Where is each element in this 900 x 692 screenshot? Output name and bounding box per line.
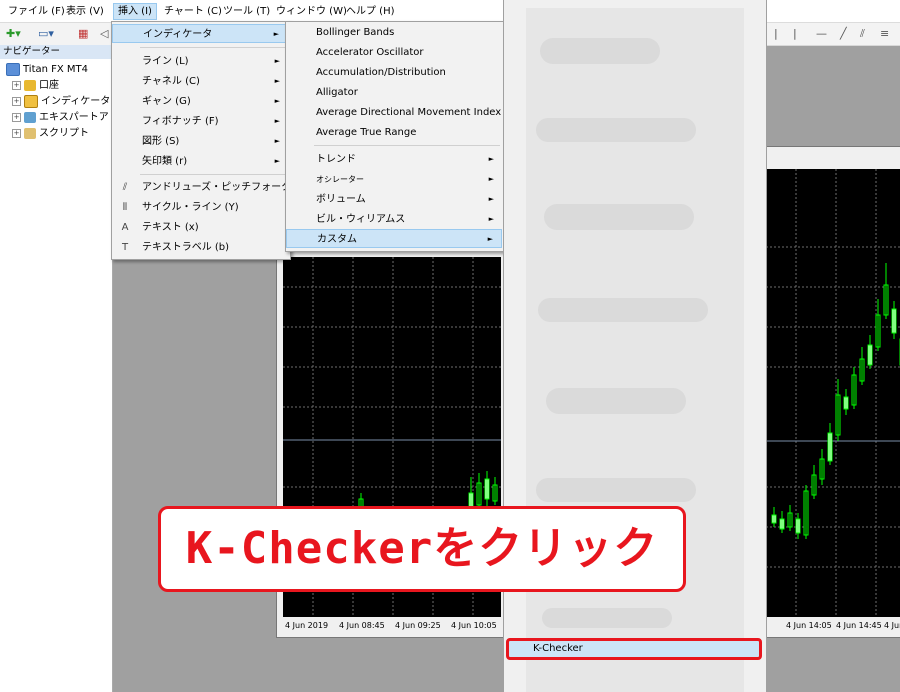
menu-item-text[interactable]: A テキスト (x) bbox=[112, 218, 288, 237]
expand-icon[interactable]: + bbox=[12, 128, 21, 138]
blurred-item bbox=[546, 388, 686, 414]
menu-view[interactable]: 表示 (V) bbox=[62, 4, 108, 19]
insert-menu: インディケータ ► ライン (L) ► チャネル (C) ► ギャン (G) ► フィボ… bbox=[111, 21, 309, 260]
menu-separator bbox=[140, 47, 286, 48]
vertical-line-icon[interactable]: | bbox=[774, 26, 778, 42]
menu-item-indicators[interactable]: インディケータ ► bbox=[112, 24, 288, 43]
chart-window-right: 4 Jun 14:05 4 Jun 14:45 4 Jun 15:25 bbox=[765, 146, 900, 638]
submenu-arrow-icon: ► bbox=[274, 57, 280, 65]
navigator-title: ナビゲーター bbox=[0, 45, 112, 59]
submenu-arrow-icon: ► bbox=[273, 30, 279, 38]
indicator-group-oscillators[interactable]: オシレーター ► bbox=[286, 170, 502, 189]
vertical-line-icon-2[interactable]: | bbox=[793, 26, 797, 42]
blurred-item bbox=[544, 204, 694, 230]
submenu-arrow-icon: ► bbox=[487, 235, 493, 243]
blurred-item bbox=[538, 298, 708, 322]
menu-tools[interactable]: ツール (T) bbox=[219, 4, 274, 19]
submenu-arrow-icon: ► bbox=[488, 155, 494, 163]
menu-item-cycle-lines[interactable]: ⦀ サイクル・ライン (Y) bbox=[112, 198, 288, 217]
time-label: 4 Jun 14:05 bbox=[786, 621, 832, 630]
submenu-arrow-icon: ► bbox=[274, 97, 280, 105]
menu-insert[interactable]: 挿入 (I) bbox=[113, 3, 157, 20]
indicator-atr[interactable]: Average True Range bbox=[286, 123, 502, 142]
script-icon bbox=[24, 127, 36, 139]
navigator-panel: ナビゲーター Titan FX MT4 + 口座 + インディケータ + エキスパート… bbox=[0, 45, 129, 692]
navigator-icon[interactable]: ◁ bbox=[100, 26, 108, 42]
nav-indicators[interactable]: + インディケータ bbox=[12, 94, 110, 110]
submenu-arrow-icon: ► bbox=[274, 77, 280, 85]
profiles-icon[interactable]: ▭▾ bbox=[38, 26, 54, 42]
submenu-arrow-icon: ► bbox=[488, 175, 494, 183]
horizontal-line-icon[interactable]: — bbox=[816, 26, 827, 42]
submenu-arrow-icon: ► bbox=[488, 215, 494, 223]
blurred-item bbox=[536, 118, 696, 142]
cycle-lines-icon: ⦀ bbox=[122, 202, 128, 213]
submenu-arrow-icon: ► bbox=[274, 157, 280, 165]
new-chart-icon[interactable]: ✚▾ bbox=[6, 26, 21, 42]
menu-separator bbox=[314, 145, 500, 146]
indicators-submenu: Bollinger Bands Accelerator Oscillator A… bbox=[285, 21, 505, 252]
indicator-group-custom[interactable]: カスタム ► bbox=[286, 229, 502, 248]
callout-text: K-Checkerをクリック bbox=[185, 523, 659, 574]
menu-item-shapes[interactable]: 図形 (S) ► bbox=[112, 132, 288, 151]
time-label: 4 Jun 09:25 bbox=[395, 621, 441, 630]
blurred-item bbox=[540, 38, 660, 64]
menu-item-fibonacci[interactable]: フィボナッチ (F) ► bbox=[112, 112, 288, 131]
time-label: 4 Jun 2019 bbox=[285, 621, 329, 630]
expand-icon[interactable]: + bbox=[12, 96, 21, 106]
time-label: 4 Jun 14:45 bbox=[836, 621, 882, 630]
submenu-arrow-icon: ► bbox=[488, 195, 494, 203]
indicator-alligator[interactable]: Alligator bbox=[286, 83, 502, 102]
nav-root[interactable]: Titan FX MT4 bbox=[6, 62, 88, 78]
indicator-accumulation-distribution[interactable]: Accumulation/Distribution bbox=[286, 63, 502, 82]
blurred-item bbox=[542, 608, 672, 628]
time-label: 4 Jun 10:05 bbox=[451, 621, 497, 630]
blurred-item bbox=[536, 478, 696, 502]
indicator-accelerator-oscillator[interactable]: Accelerator Oscillator bbox=[286, 43, 502, 62]
terminal-icon bbox=[6, 62, 20, 76]
trendline-icon[interactable]: ╱ bbox=[840, 26, 847, 42]
time-label: 4 Jun 15:25 bbox=[884, 621, 900, 630]
indicator-icon bbox=[24, 94, 38, 108]
indicator-group-bill-williams[interactable]: ビル・ウィリアムス ► bbox=[286, 210, 502, 229]
fibonacci-icon[interactable]: ≡ bbox=[880, 26, 889, 42]
submenu-arrow-icon: ► bbox=[274, 137, 280, 145]
menu-item-k-checker[interactable]: K-Checker bbox=[506, 638, 762, 660]
k-checker-label: K-Checker bbox=[533, 643, 583, 654]
pitchfork-icon: ⫽ bbox=[122, 182, 128, 193]
time-label: 4 Jun 08:45 bbox=[339, 621, 385, 630]
menu-item-pitchfork[interactable]: ⫽ アンドリューズ・ピッチフォーク (A) bbox=[112, 178, 309, 197]
instruction-callout: K-Checkerをクリック bbox=[158, 506, 686, 592]
expand-icon[interactable]: + bbox=[12, 80, 21, 90]
chart-grid-right bbox=[766, 169, 900, 617]
text-icon: A bbox=[121, 222, 129, 233]
menu-item-gann[interactable]: ギャン (G) ► bbox=[112, 92, 288, 111]
market-watch-icon[interactable]: ▦ bbox=[78, 26, 88, 42]
indicator-group-trend[interactable]: トレンド ► bbox=[286, 150, 502, 169]
menu-separator bbox=[140, 174, 286, 175]
menu-chart[interactable]: チャート (C) bbox=[160, 4, 226, 19]
chart-area-right[interactable] bbox=[766, 169, 900, 617]
menu-item-arrows[interactable]: 矢印類 (r) ► bbox=[112, 152, 288, 171]
expert-advisor-icon bbox=[24, 111, 36, 123]
menu-file[interactable]: ファイル (F) bbox=[4, 4, 69, 19]
accounts-icon bbox=[24, 79, 36, 91]
expand-icon[interactable]: + bbox=[12, 112, 21, 122]
text-label-icon: T bbox=[121, 242, 129, 253]
indicator-group-volumes[interactable]: ボリューム ► bbox=[286, 190, 502, 209]
nav-accounts[interactable]: + 口座 bbox=[12, 78, 59, 94]
nav-scripts[interactable]: + スクリプト bbox=[12, 126, 89, 142]
menu-window[interactable]: ウィンドウ (W) bbox=[272, 4, 351, 19]
menu-item-lines[interactable]: ライン (L) ► bbox=[112, 52, 288, 71]
menu-help[interactable]: ヘルプ (H) bbox=[342, 4, 399, 19]
menu-item-text-label[interactable]: T テキストラベル (b) bbox=[112, 238, 288, 257]
menu-item-channels[interactable]: チャネル (C) ► bbox=[112, 72, 288, 91]
equidistant-channel-icon[interactable]: ⫽ bbox=[860, 26, 865, 42]
indicator-bollinger-bands[interactable]: Bollinger Bands bbox=[286, 23, 502, 42]
submenu-arrow-icon: ► bbox=[274, 117, 280, 125]
indicator-adx[interactable]: Average Directional Movement Index bbox=[286, 103, 502, 122]
